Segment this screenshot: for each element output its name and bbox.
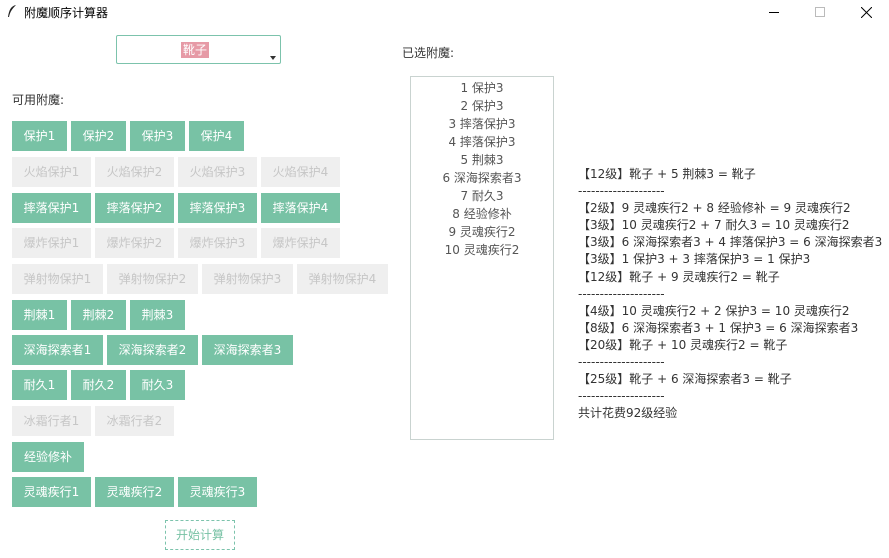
enchant-chip[interactable]: 经验修补 [12, 442, 84, 472]
result-output: 【12级】靴子 + 5 荆棘3 = 靴子 --------------------… [578, 166, 888, 422]
result-step: 【12级】靴子 + 5 荆棘3 = 靴子 [578, 167, 756, 181]
enchant-chip: 弹射物保护2 [107, 264, 198, 294]
enchant-chip[interactable]: 荆棘3 [130, 300, 185, 330]
enchant-chip: 火焰保护2 [95, 157, 174, 187]
enchant-chip[interactable]: 灵魂疾行1 [12, 477, 91, 507]
title-bar: 附魔顺序计算器 [0, 0, 889, 24]
maximize-button[interactable] [797, 0, 843, 24]
result-total: 共计花费92级经验 [578, 406, 678, 421]
item-selector[interactable]: 靴子 [116, 35, 281, 64]
enchant-chip[interactable]: 灵魂疾行3 [178, 477, 257, 507]
enchant-chip: 冰霜行者2 [95, 406, 174, 436]
enchant-chip: 火焰保护4 [261, 157, 340, 187]
enchant-chip[interactable]: 耐久3 [130, 370, 185, 400]
enchant-chip[interactable]: 摔落保护3 [178, 193, 257, 223]
item-selector-value: 靴子 [181, 42, 210, 58]
enchant-chip[interactable]: 深海探索者1 [12, 335, 103, 365]
enchant-chip: 爆炸保护2 [95, 228, 174, 258]
enchant-chip: 火焰保护3 [178, 157, 257, 187]
selected-enchant-item[interactable]: 6 深海探索者3 [411, 169, 553, 187]
enchant-chip[interactable]: 摔落保护4 [261, 193, 340, 223]
result-separator: -------------------- [578, 389, 665, 404]
result-step: 【12级】靴子 + 9 灵魂疾行2 = 靴子 [578, 269, 780, 284]
enchant-chip[interactable]: 摔落保护1 [12, 193, 91, 223]
enchant-chip[interactable]: 耐久1 [12, 370, 67, 400]
maximize-icon [815, 7, 825, 17]
result-separator: -------------------- [578, 355, 665, 370]
selected-enchant-item[interactable]: 1 保护3 [411, 79, 553, 97]
feather-icon [8, 5, 16, 17]
enchant-chip: 弹射物保护3 [202, 264, 293, 294]
selected-enchants-label: 已选附魔: [402, 46, 455, 60]
result-step: 【25级】靴子 + 6 深海探索者3 = 靴子 [578, 372, 792, 387]
enchant-chip[interactable]: 保护3 [130, 121, 185, 151]
window-title: 附魔顺序计算器 [24, 6, 109, 20]
result-separator: -------------------- [578, 184, 665, 199]
selected-enchant-item[interactable]: 4 摔落保护3 [411, 133, 553, 151]
enchant-chip[interactable]: 荆棘1 [12, 300, 67, 330]
enchant-chip[interactable]: 耐久2 [71, 370, 126, 400]
selected-enchant-item[interactable]: 8 经验修补 [411, 205, 553, 223]
result-separator: -------------------- [578, 286, 665, 301]
result-step: 【8级】6 深海探索者3 + 1 保护3 = 6 深海探索者3 [578, 320, 859, 335]
enchant-chip: 爆炸保护3 [178, 228, 257, 258]
selected-enchant-item[interactable]: 3 摔落保护3 [411, 115, 553, 133]
enchant-chip[interactable]: 深海探索者3 [202, 335, 293, 365]
close-icon [860, 6, 872, 18]
result-step: 【3级】10 灵魂疾行2 + 7 耐久3 = 10 灵魂疾行2 [578, 218, 850, 233]
enchant-chip[interactable]: 保护2 [71, 121, 126, 151]
enchant-chip: 爆炸保护1 [12, 228, 91, 258]
close-button[interactable] [843, 0, 889, 24]
selected-enchant-item[interactable]: 5 荆棘3 [411, 151, 553, 169]
enchant-chip: 弹射物保护4 [297, 264, 388, 294]
enchant-chip[interactable]: 保护1 [12, 121, 67, 151]
dropdown-arrow-icon [270, 56, 276, 60]
result-step: 【2级】9 灵魂疾行2 + 8 经验修补 = 9 灵魂疾行2 [578, 201, 851, 216]
result-step: 【3级】1 保护3 + 3 摔落保护3 = 1 保护3 [578, 252, 811, 267]
minimize-icon [769, 12, 779, 13]
minimize-button[interactable] [751, 0, 797, 24]
enchant-chip[interactable]: 保护4 [189, 121, 244, 151]
start-calculate-button[interactable]: 开始计算 [165, 520, 235, 550]
enchant-chip[interactable]: 摔落保护2 [95, 193, 174, 223]
selected-enchant-item[interactable]: 7 耐久3 [411, 187, 553, 205]
enchant-chip[interactable]: 荆棘2 [71, 300, 126, 330]
enchant-chip: 爆炸保护4 [261, 228, 340, 258]
result-step: 【20级】靴子 + 10 灵魂疾行2 = 靴子 [578, 337, 788, 352]
enchant-chip[interactable]: 灵魂疾行2 [95, 477, 174, 507]
selected-enchants-list[interactable]: 1 保护3 2 保护3 3 摔落保护3 4 摔落保护3 5 荆棘3 6 深海探索者3 7 耐… [410, 76, 554, 440]
result-step: 【4级】10 灵魂疾行2 + 2 保护3 = 10 灵魂疾行2 [578, 303, 850, 318]
enchant-chip: 弹射物保护1 [12, 264, 103, 294]
enchant-chip: 火焰保护1 [12, 157, 91, 187]
available-enchants-label: 可用附魔: [12, 93, 65, 107]
selected-enchant-item[interactable]: 2 保护3 [411, 97, 553, 115]
selected-enchant-item[interactable]: 10 灵魂疾行2 [411, 241, 553, 259]
enchant-chip[interactable]: 深海探索者2 [107, 335, 198, 365]
selected-enchant-item[interactable]: 9 灵魂疾行2 [411, 223, 553, 241]
enchant-chip: 冰霜行者1 [12, 406, 91, 436]
result-step: 【3级】6 深海探索者3 + 4 摔落保护3 = 6 深海探索者3 [578, 235, 883, 250]
